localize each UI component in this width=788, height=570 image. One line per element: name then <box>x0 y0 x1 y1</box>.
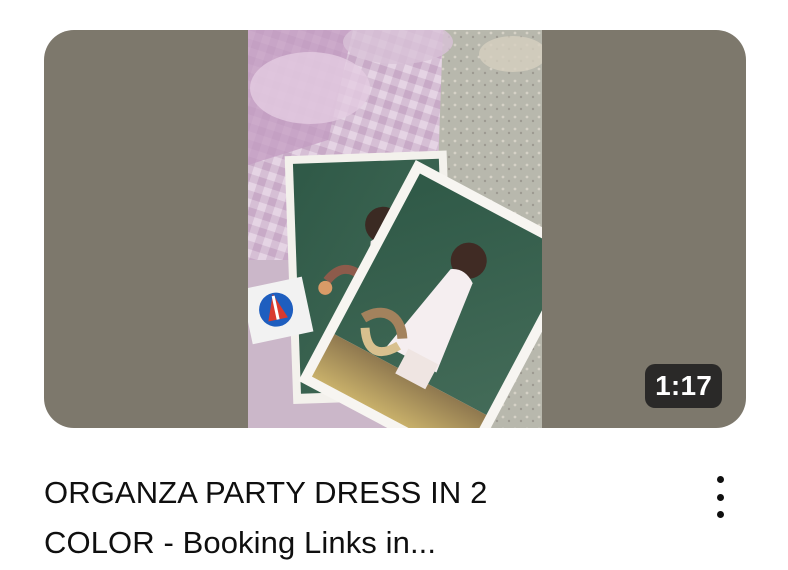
video-title[interactable]: ORGANZA PARTY DRESS IN 2 COLOR - Booking… <box>44 468 604 568</box>
video-title-line-2: COLOR - Booking Links in... <box>44 525 437 560</box>
video-card[interactable]: 1:17 ORGANZA PARTY DRESS IN 2 COLOR - Bo… <box>0 0 788 570</box>
video-thumbnail[interactable]: 1:17 <box>44 30 746 428</box>
duration-badge: 1:17 <box>645 364 722 408</box>
more-options-button[interactable] <box>706 472 734 522</box>
more-vert-icon <box>716 476 724 518</box>
thumbnail-image <box>248 30 542 428</box>
video-title-line-1: ORGANZA PARTY DRESS IN 2 <box>44 475 488 510</box>
